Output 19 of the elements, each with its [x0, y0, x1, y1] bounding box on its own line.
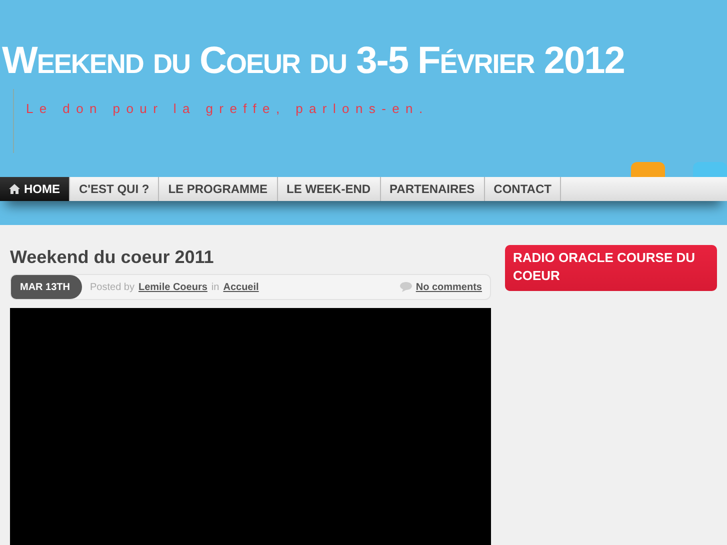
category-link[interactable]: Accueil	[223, 282, 259, 292]
tagline: Le don pour la greffe, parlons-en.	[26, 101, 429, 116]
widget-title: RADIO ORACLE COURSE DU COEUR	[505, 245, 717, 292]
video-player[interactable]	[10, 308, 491, 545]
home-icon	[9, 184, 20, 194]
nav-tab[interactable]: CONTACT	[484, 177, 562, 201]
nav-tab[interactable]: PARTENAIRES	[380, 177, 485, 201]
comments-link[interactable]: No comments	[416, 282, 482, 292]
nav-tab[interactable]: HOME	[0, 177, 70, 201]
nav-tab[interactable]: LE PROGRAMME	[159, 177, 278, 201]
post-title: Weekend du coeur 2011	[10, 247, 215, 268]
in-label: in	[211, 282, 220, 292]
speech-bubble-icon	[400, 282, 412, 292]
date-tag: MAR 13TH	[11, 275, 82, 299]
posted-by-label: Posted by	[90, 282, 134, 292]
site-title: Weekend du Coeur du 3-5 Février 2012	[1, 39, 626, 83]
nav-tab[interactable]: C'EST QUI ?	[70, 177, 160, 201]
author-link[interactable]: Lemile Coeurs	[138, 282, 208, 292]
nav-tab[interactable]: LE WEEK-END	[278, 177, 381, 201]
